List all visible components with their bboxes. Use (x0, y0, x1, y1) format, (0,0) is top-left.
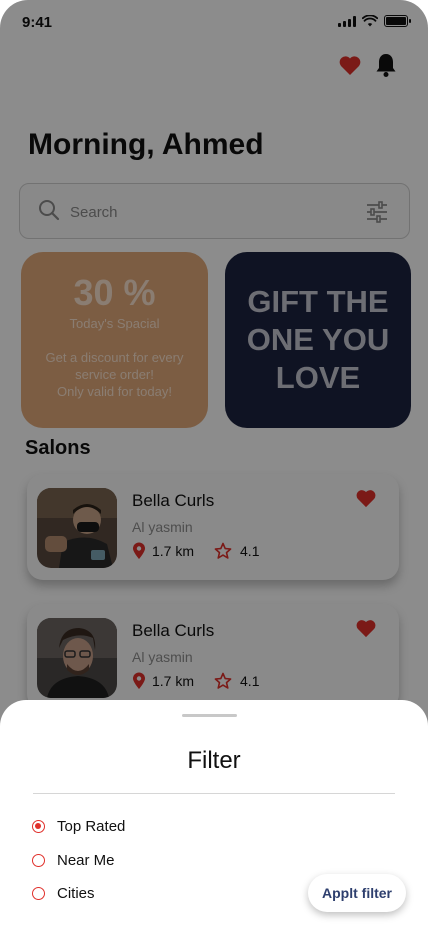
filter-option-label: Near Me (57, 852, 115, 869)
filter-title: Filter (187, 747, 241, 774)
filter-option-label: Top Rated (57, 818, 126, 835)
filter-option-label: Cities (57, 885, 95, 902)
filter-option-near-me[interactable]: Near Me (32, 852, 115, 869)
radio-button[interactable] (32, 820, 45, 833)
apply-filter-button[interactable]: Applt filter (308, 874, 406, 912)
filter-option-cities[interactable]: Cities (32, 885, 95, 902)
divider (33, 793, 395, 794)
radio-button[interactable] (32, 887, 45, 900)
filter-bottom-sheet: Filter Top Rated Near Me Cities Applt fi… (0, 700, 428, 926)
radio-button[interactable] (32, 854, 45, 867)
sheet-drag-handle[interactable] (182, 714, 237, 717)
filter-option-top-rated[interactable]: Top Rated (32, 818, 125, 835)
app-screen: 9:41 Morning, Ahmed Search 30 % Today's … (0, 0, 428, 926)
